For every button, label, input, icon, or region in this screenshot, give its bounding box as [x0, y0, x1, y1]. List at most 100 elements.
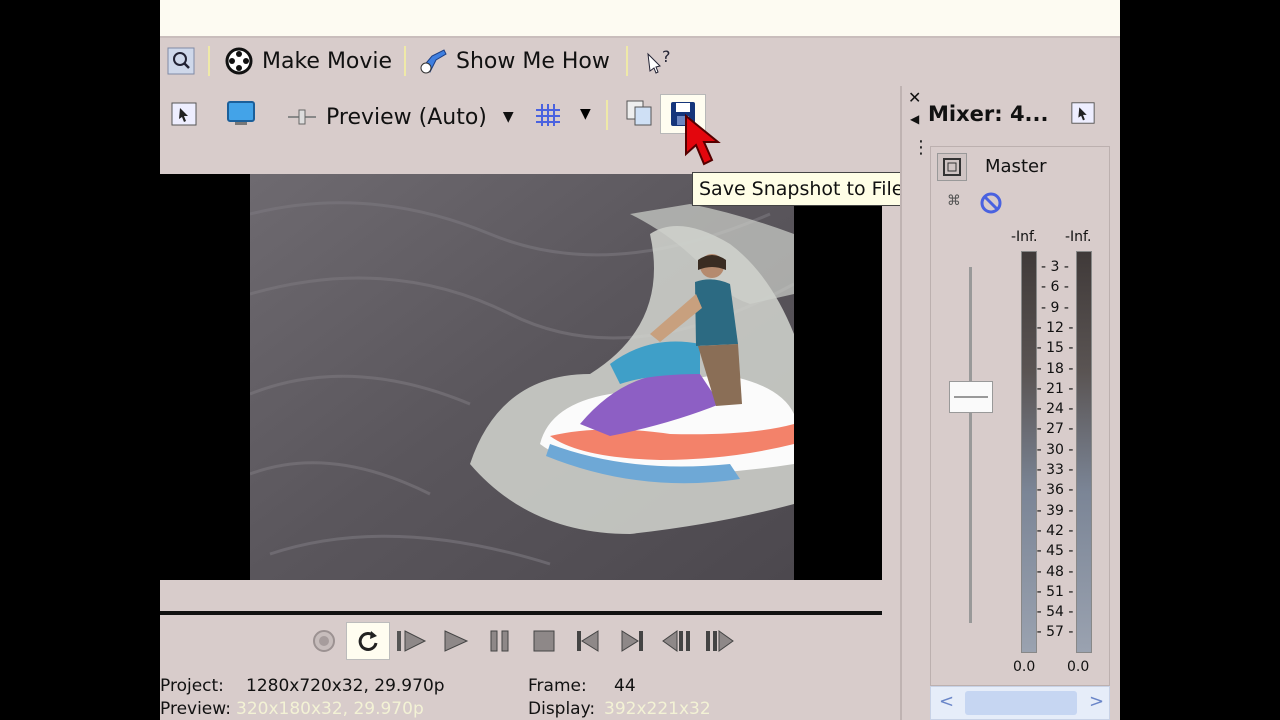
- zoom-button[interactable]: [166, 44, 196, 78]
- go-to-end-icon: [621, 630, 643, 652]
- properties-cursor-icon: [171, 102, 197, 126]
- master-right-value: 0.0: [1067, 659, 1090, 675]
- overlays-dropdown-arrow-icon[interactable]: ▼: [580, 106, 591, 122]
- tooltip-text: Save Snapshot to File...: [699, 178, 922, 200]
- display-label: Display:: [528, 699, 596, 719]
- peak-right: -Inf.: [1065, 229, 1092, 245]
- video-preview-window[interactable]: [160, 174, 882, 580]
- meter-scale-label: - 39 -: [1036, 502, 1074, 519]
- mixer-properties-button[interactable]: [1070, 100, 1096, 130]
- master-right-meter: [1076, 251, 1092, 653]
- horizontal-scrollbar[interactable]: < >: [930, 686, 1110, 720]
- next-frame-button[interactable]: [702, 622, 738, 660]
- vegas-application: Make Movie Show Me How ? Preview (Auto) …: [160, 0, 1120, 720]
- frame-value: 44: [614, 676, 636, 696]
- pointing-hand-icon: [420, 49, 447, 74]
- meter-scale-label: - 30 -: [1036, 441, 1074, 458]
- previous-frame-icon: [662, 630, 690, 652]
- whats-this-button[interactable]: ?: [644, 44, 674, 78]
- meter-scale-label: - 6 -: [1041, 279, 1069, 296]
- meter-scale-label: - 12 -: [1036, 319, 1074, 336]
- play-button[interactable]: [438, 622, 474, 660]
- meter-scale-label: - 57 -: [1036, 624, 1074, 641]
- preview-quality-label: Preview (Auto): [326, 104, 487, 130]
- play-from-start-button[interactable]: [394, 622, 430, 660]
- show-me-how-button[interactable]: Show Me How: [418, 44, 610, 78]
- meter-scale-label: - 54 -: [1036, 604, 1074, 621]
- record-button[interactable]: [306, 622, 342, 660]
- video-frame: [250, 174, 794, 580]
- preview-quality-dropdown[interactable]: Preview (Auto) ▼: [286, 100, 514, 134]
- help-pointer-icon: ?: [647, 47, 671, 74]
- meter-scale-label: - 21 -: [1036, 380, 1074, 397]
- panel-grip-icon[interactable]: ⋮: [912, 139, 930, 157]
- master-left-value: 0.0: [1013, 659, 1036, 675]
- jet-ski-frame-image: [250, 174, 794, 580]
- master-label: Master: [985, 156, 1047, 177]
- master-volume-fader[interactable]: [949, 381, 993, 413]
- film-reel-icon: [225, 47, 253, 75]
- preview-properties-button[interactable]: [170, 100, 198, 132]
- magnifier-icon: [167, 47, 195, 75]
- mixer-title: Mixer: 4...: [928, 102, 1049, 126]
- separator: [606, 100, 608, 130]
- external-monitor-button[interactable]: [226, 100, 256, 132]
- pause-icon: [490, 630, 509, 652]
- pause-button[interactable]: [482, 622, 518, 660]
- mixer-panel: ✕ ◀ Mixer: 4... ⋮ Master ⌘ -Inf. -Inf. -…: [902, 86, 1120, 720]
- fx-chain-icon[interactable]: ⌘: [947, 193, 961, 209]
- master-bus-strip: Master ⌘ -Inf. -Inf. - 3 - - 6 - - 9 - - 12…: [930, 146, 1110, 686]
- master-insert-fx-button[interactable]: [937, 153, 967, 181]
- make-movie-button[interactable]: Make Movie: [224, 44, 392, 78]
- scrollbar-thumb[interactable]: [965, 691, 1077, 715]
- previous-frame-button[interactable]: [658, 622, 694, 660]
- next-frame-icon: [706, 630, 734, 652]
- meter-scale-label: - 42 -: [1036, 522, 1074, 539]
- project-label: Project:: [160, 676, 224, 696]
- project-info-area: Project: 1280x720x32, 29.970p Preview: 3…: [160, 676, 900, 720]
- peak-left: -Inf.: [1011, 229, 1038, 245]
- meter-scale-label: - 18 -: [1036, 360, 1074, 377]
- copy-snapshot-button[interactable]: [624, 98, 654, 132]
- show-me-how-label: Show Me How: [456, 48, 610, 74]
- mute-icon[interactable]: [979, 191, 1003, 215]
- meter-scale-label: - 36 -: [1036, 482, 1074, 499]
- stop-button[interactable]: [526, 622, 562, 660]
- loop-icon: [358, 631, 378, 651]
- display-value: 392x221x32: [604, 699, 711, 719]
- scroll-right-arrow-icon[interactable]: >: [1089, 691, 1104, 712]
- timeline-position-bar[interactable]: [160, 611, 882, 615]
- monitor-icon: [227, 101, 255, 125]
- video-preview-toolbar: Preview (Auto) ▼ ▼: [160, 86, 900, 142]
- meter-scale-label: - 24 -: [1036, 401, 1074, 418]
- meter-scale-label: - 3 -: [1041, 259, 1069, 275]
- preview-value: 320x180x32, 29.970p: [236, 699, 424, 719]
- stop-icon: [533, 630, 555, 652]
- frame-label: Frame:: [528, 676, 587, 696]
- separator: [208, 46, 210, 76]
- preview-slider-icon: [288, 109, 316, 125]
- copy-icon: [626, 100, 652, 126]
- close-panel-icon[interactable]: ✕: [908, 88, 921, 107]
- meter-scale-label: - 45 -: [1036, 543, 1074, 560]
- meter-scale-label: - 33 -: [1036, 462, 1074, 478]
- separator: [626, 46, 628, 76]
- preview-label: Preview:: [160, 699, 231, 719]
- meter-scale-label: - 51 -: [1036, 583, 1074, 600]
- go-to-end-button[interactable]: [614, 622, 650, 660]
- separator: [404, 46, 406, 76]
- make-movie-label: Make Movie: [262, 48, 393, 74]
- go-to-start-icon: [577, 630, 599, 652]
- svg-text:?: ?: [662, 47, 671, 66]
- collapse-arrow-icon[interactable]: ◀: [910, 112, 919, 126]
- title-area: [160, 0, 1120, 38]
- meter-scale-label: - 15 -: [1036, 340, 1074, 357]
- loop-playback-button[interactable]: [346, 622, 390, 660]
- properties-cursor-icon: [1071, 102, 1095, 124]
- mouse-cursor-icon: [685, 113, 721, 166]
- overlays-button[interactable]: [534, 102, 562, 132]
- grid-icon: [536, 104, 560, 126]
- scroll-left-arrow-icon[interactable]: <: [939, 691, 954, 712]
- go-to-start-button[interactable]: [570, 622, 606, 660]
- fader-track: [969, 267, 972, 623]
